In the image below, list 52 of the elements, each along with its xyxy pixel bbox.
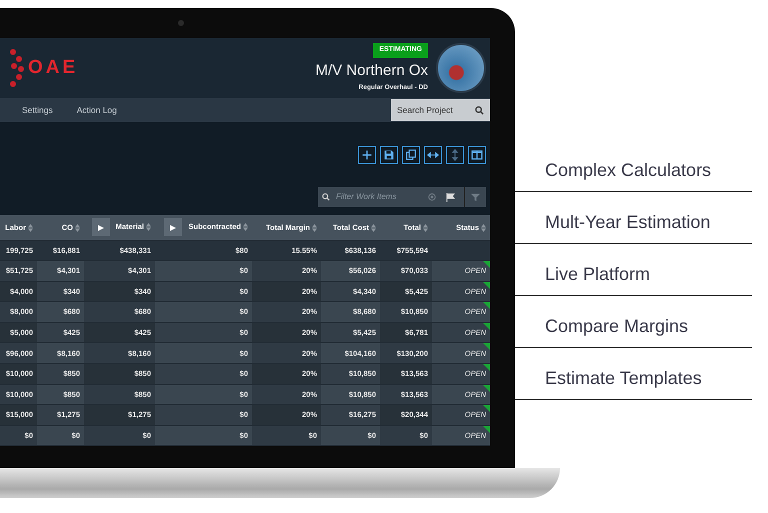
- sort-icon[interactable]: [423, 224, 428, 232]
- sort-icon[interactable]: [28, 224, 33, 232]
- logo-text: OAE: [28, 56, 78, 80]
- photo-placeholder: [436, 43, 486, 93]
- sort-icon[interactable]: [146, 223, 151, 232]
- clear-icon[interactable]: [428, 193, 436, 201]
- columns-icon: [470, 148, 484, 162]
- add-button[interactable]: [358, 146, 376, 164]
- funnel-icon: [471, 192, 480, 202]
- corner-marker: [483, 282, 490, 289]
- feature-label: Mult-Year Estimation: [515, 192, 752, 244]
- sort-icon[interactable]: [371, 224, 376, 232]
- nav-link-item[interactable]: Action Log: [76, 104, 117, 116]
- columns-button[interactable]: [468, 146, 486, 164]
- horizontal-arrows-button[interactable]: [424, 146, 442, 164]
- logo-icon: [10, 48, 24, 88]
- vertical-arrows-button[interactable]: [446, 146, 464, 164]
- camera-lens: [178, 20, 184, 26]
- corner-marker: [483, 322, 490, 330]
- add-icon: [360, 148, 374, 162]
- sort-icon[interactable]: [243, 223, 248, 232]
- corner-marker: [483, 405, 490, 412]
- corner-marker: [483, 426, 490, 433]
- flag-icon[interactable]: [446, 192, 455, 202]
- filter-input[interactable]: Filter Work Items: [334, 190, 424, 204]
- sort-icon[interactable]: [481, 224, 486, 232]
- corner-marker: [483, 343, 490, 350]
- expand-button[interactable]: [164, 218, 182, 236]
- copy-button[interactable]: [402, 146, 420, 164]
- feature-label: Complex Calculators: [515, 140, 752, 192]
- expand-button[interactable]: [92, 218, 110, 236]
- feature-label: Estimate Templates: [515, 348, 752, 400]
- filter-button[interactable]: [464, 187, 486, 207]
- corner-marker: [483, 384, 490, 392]
- save-icon: [382, 148, 396, 162]
- sort-icon[interactable]: [75, 224, 80, 232]
- search-icon: [322, 193, 330, 201]
- search-project-button[interactable]: Search Project: [391, 99, 490, 121]
- sort-icon[interactable]: [312, 224, 317, 232]
- copy-icon: [404, 148, 418, 162]
- feature-label: Compare Margins: [515, 296, 752, 348]
- corner-marker: [483, 302, 490, 310]
- play-icon: [98, 224, 104, 231]
- play-icon: [170, 224, 176, 231]
- project-title: M/V Northern Ox: [315, 62, 428, 79]
- feature-label: Live Platform: [515, 244, 752, 296]
- corner-marker: [483, 364, 490, 372]
- corner-marker: [483, 261, 490, 268]
- save-button[interactable]: [380, 146, 398, 164]
- filter-field[interactable]: Filter Work Items: [318, 187, 464, 207]
- search-icon: [475, 106, 484, 114]
- nav-link-item[interactable]: Settings: [22, 104, 53, 116]
